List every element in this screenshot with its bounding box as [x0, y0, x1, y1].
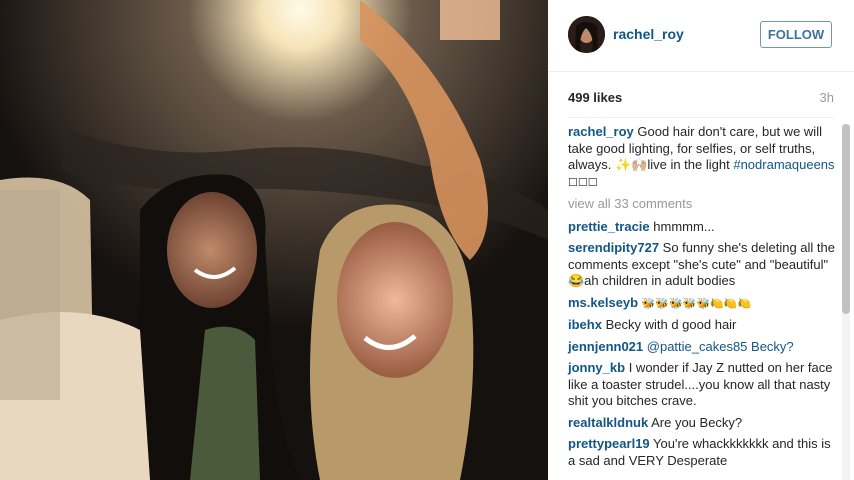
comment-username[interactable]: jennjenn021 [568, 339, 643, 354]
comment-item: realtalkldnuk Are you Becky? [568, 415, 836, 432]
comment-username[interactable]: prettie_tracie [568, 219, 650, 234]
comment-item: jennjenn021 @pattie_cakes85 Becky? [568, 339, 836, 356]
comment-item: prettie_tracie hmmmm... [568, 219, 836, 236]
selfie-photo-graphic [0, 0, 548, 480]
comment-username[interactable]: jonny_kb [568, 360, 625, 375]
comment-text: @pattie_cakes85 Becky? [646, 338, 794, 354]
comment-username[interactable]: serendipity727 [568, 240, 659, 255]
post-sidebar: rachel_roy FOLLOW 499 likes 3h rachel_ro… [548, 0, 854, 480]
comment-text: 🐝🐝🐝🐝🐝🍋🍋🍋 [641, 297, 752, 310]
divider [568, 117, 834, 118]
comments-scrollbar-thumb[interactable] [842, 124, 850, 314]
comment-item: serendipity727 So funny she's deleting a… [568, 240, 836, 290]
comment-username[interactable]: ms.kelseyb [568, 295, 638, 310]
comment-username[interactable]: realtalkldnuk [568, 415, 648, 430]
comment-item: jonny_kb I wonder if Jay Z nutted on her… [568, 360, 836, 410]
comment-item: prettypearl19 You're whackkkkkkk and thi… [568, 436, 836, 469]
post-photo[interactable] [0, 0, 548, 480]
caption-hashtag[interactable]: #nodramaqueens [733, 157, 834, 172]
comment-text: Are you Becky? [651, 414, 743, 430]
post-header: rachel_roy FOLLOW [548, 0, 854, 72]
post-age[interactable]: 3h [820, 90, 834, 105]
caption: rachel_roy Good hair don't care, but we … [568, 124, 836, 191]
view-all-comments-link[interactable]: view all 33 comments [568, 196, 836, 213]
comment-item: ibehx Becky with d good hair [568, 317, 836, 334]
comments-list: rachel_roy Good hair don't care, but we … [568, 124, 836, 474]
caption-username[interactable]: rachel_roy [568, 124, 634, 139]
avatar-photo-icon [568, 16, 605, 53]
comment-item: ms.kelseyb 🐝🐝🐝🐝🐝🍋🍋🍋 [568, 295, 836, 313]
caption-trailing: ☐☐☐ [568, 176, 598, 189]
likes-count[interactable]: 499 likes [568, 90, 622, 105]
comment-username[interactable]: ibehx [568, 317, 602, 332]
avatar[interactable] [568, 16, 605, 53]
likes-row: 499 likes 3h [568, 90, 834, 106]
follow-button[interactable]: FOLLOW [760, 21, 832, 48]
header-username[interactable]: rachel_roy [613, 26, 684, 42]
comment-text: hmmmm... [653, 218, 715, 234]
comment-text: Becky with d good hair [605, 317, 737, 332]
comment-username[interactable]: prettypearl19 [568, 436, 650, 451]
